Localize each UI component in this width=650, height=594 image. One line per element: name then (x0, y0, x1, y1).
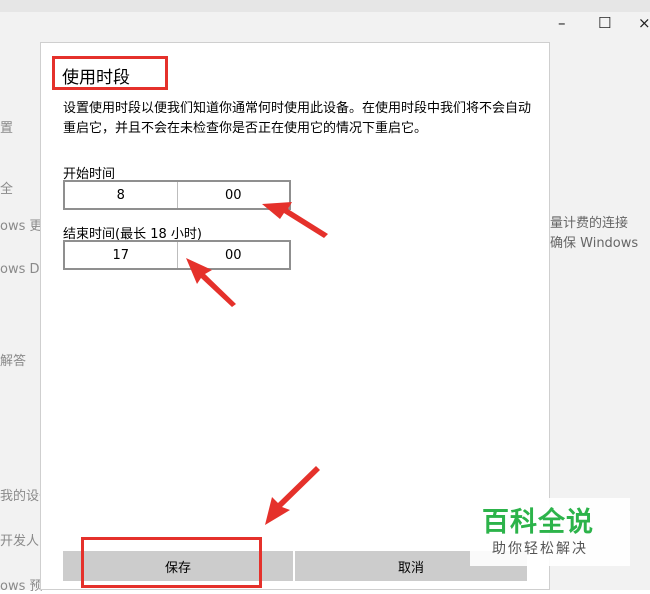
end-time-picker[interactable]: 17 00 (63, 240, 291, 270)
nav-item-3[interactable]: ows 更 (0, 215, 43, 234)
nav-item-5[interactable]: 解答 (0, 350, 26, 369)
watermark-tagline: 助你轻松解决 (492, 541, 588, 557)
minimize-button[interactable]: – (558, 14, 566, 32)
dialog-title: 使用时段 (62, 68, 130, 88)
end-minute-field[interactable]: 00 (176, 242, 290, 268)
nav-item-2[interactable]: 全 (0, 178, 13, 197)
close-button[interactable]: × (638, 14, 650, 32)
nav-item-8[interactable]: ows 预 (0, 575, 43, 594)
dialog-description: 设置使用时段以便我们知道你通常何时使用此设备。在使用时段中我们将不会自动重启它，… (63, 101, 532, 136)
bg-right-line-1: 量计费的连接 (550, 216, 629, 231)
start-hour-field[interactable]: 8 (65, 182, 177, 208)
top-strip (0, 0, 650, 12)
bg-right-line-2: 确保 Windows (550, 236, 639, 251)
start-time-picker[interactable]: 8 00 (63, 180, 291, 210)
nav-item-1[interactable]: 置 (0, 117, 13, 136)
end-hour-field[interactable]: 17 (65, 242, 177, 268)
watermark-logo-text: 百科全说 (482, 507, 594, 538)
save-highlight-box (81, 537, 262, 588)
maximize-button[interactable]: ☐ (598, 14, 611, 32)
start-minute-field[interactable]: 00 (176, 182, 290, 208)
